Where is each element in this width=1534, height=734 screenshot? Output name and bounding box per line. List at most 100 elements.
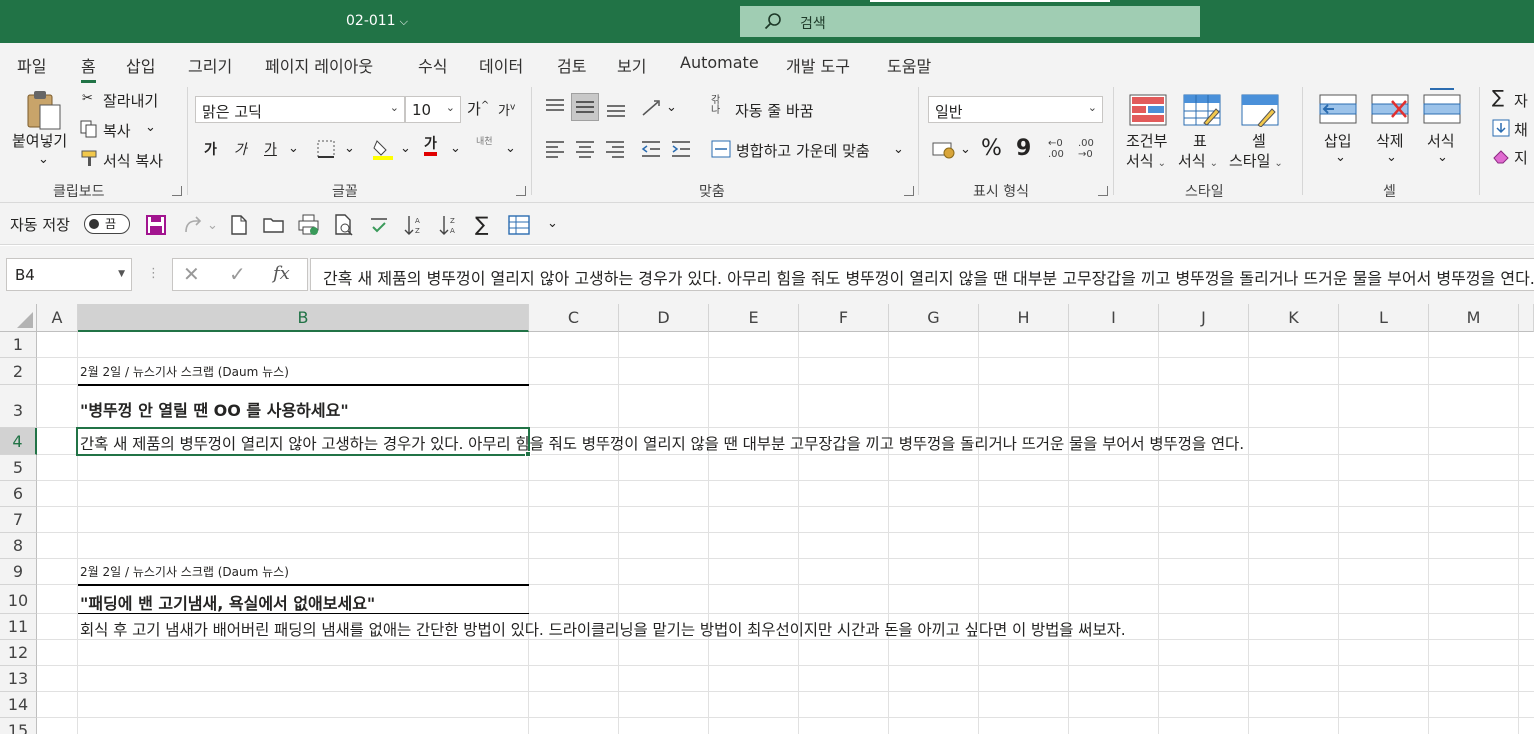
- font-color-button[interactable]: 가: [424, 136, 437, 156]
- align-bottom-icon[interactable]: [605, 97, 627, 119]
- cell-b2[interactable]: 2월 2일 / 뉴스기사 스크랩 (Daum 뉴스): [80, 363, 289, 380]
- insert-cells-button[interactable]: 삽입: [1324, 130, 1352, 151]
- delete-dropdown-icon[interactable]: ⌄: [1386, 150, 1397, 165]
- tab-file[interactable]: 파일: [17, 53, 46, 77]
- align-right-icon[interactable]: [604, 139, 626, 159]
- autosum-button[interactable]: 자: [1514, 90, 1528, 111]
- shrink-font-button[interactable]: 가v: [498, 100, 515, 119]
- row-header-15[interactable]: 15: [0, 718, 37, 734]
- number-format-select[interactable]: 일반 ⌄: [928, 96, 1103, 123]
- font-name-select[interactable]: 맑은 고딕 ⌄: [195, 96, 405, 123]
- increase-decimal-button[interactable]: ←0 .00: [1048, 138, 1070, 160]
- format-as-table-label[interactable]: 서식 ⌄: [1178, 150, 1218, 171]
- number-launcher-icon[interactable]: [1098, 186, 1108, 196]
- underline-button[interactable]: 가: [264, 139, 277, 159]
- save-icon[interactable]: [146, 215, 166, 235]
- clear-button[interactable]: 지: [1514, 147, 1528, 168]
- format-dropdown-icon[interactable]: ⌄: [1437, 150, 1448, 165]
- cell-styles-button[interactable]: 셀: [1252, 130, 1266, 151]
- document-title[interactable]: 02-011 ⌵: [346, 13, 408, 29]
- paste-dropdown-icon[interactable]: ⌄: [38, 152, 49, 167]
- grow-font-button[interactable]: 가^: [467, 98, 489, 119]
- format-cells-button[interactable]: 서식: [1427, 130, 1455, 151]
- column-header-m[interactable]: M: [1429, 304, 1519, 332]
- clear-icon[interactable]: [1492, 148, 1510, 164]
- search-box[interactable]: 검색: [740, 0, 1200, 37]
- borders-icon[interactable]: [316, 139, 336, 159]
- merge-dropdown-icon[interactable]: ⌄: [893, 142, 904, 157]
- name-box[interactable]: B4 ▼: [6, 258, 132, 291]
- format-painter-button[interactable]: 서식 복사: [103, 150, 163, 171]
- row-header-6[interactable]: 6: [0, 481, 37, 507]
- tab-formulas[interactable]: 수식: [418, 53, 447, 77]
- conditional-formatting-label[interactable]: 서식 ⌄: [1126, 150, 1166, 171]
- column-header-g[interactable]: G: [889, 304, 979, 332]
- font-size-select[interactable]: 10 ⌄: [405, 96, 461, 123]
- row-header-4[interactable]: 4: [0, 428, 37, 455]
- table-icon[interactable]: [508, 215, 530, 235]
- wrap-text-button[interactable]: 자동 줄 바꿈: [735, 100, 814, 121]
- row-header-14[interactable]: 14: [0, 692, 37, 718]
- select-all-button[interactable]: [0, 304, 37, 332]
- row-header-1[interactable]: 1: [0, 332, 37, 358]
- bold-button[interactable]: 가: [204, 139, 217, 159]
- currency-icon[interactable]: [932, 139, 956, 159]
- cut-button[interactable]: 잘라내기: [103, 90, 158, 111]
- tab-automate[interactable]: Automate: [680, 53, 759, 72]
- underline-dropdown-icon[interactable]: ⌄: [288, 141, 299, 156]
- fill-button[interactable]: 채: [1514, 119, 1528, 140]
- insert-dropdown-icon[interactable]: ⌄: [1335, 150, 1346, 165]
- clipboard-launcher-icon[interactable]: [172, 186, 182, 196]
- cell-b9[interactable]: 2월 2일 / 뉴스기사 스크랩 (Daum 뉴스): [80, 563, 289, 580]
- tab-data[interactable]: 데이터: [479, 53, 523, 77]
- customize-qat-icon[interactable]: ⌄: [547, 216, 558, 231]
- borders-dropdown-icon[interactable]: ⌄: [344, 141, 355, 156]
- column-header-h[interactable]: H: [979, 304, 1069, 332]
- row-header-3[interactable]: 3: [0, 385, 37, 428]
- column-header-c[interactable]: C: [529, 304, 619, 332]
- redo-dropdown-icon[interactable]: ⌄: [207, 218, 218, 233]
- sum-icon[interactable]: ∑: [475, 212, 488, 236]
- conditional-formatting-button[interactable]: 조건부: [1126, 130, 1167, 151]
- print-preview-icon[interactable]: [298, 214, 320, 236]
- autosum-icon[interactable]: ∑: [1492, 87, 1504, 108]
- column-header-i[interactable]: I: [1069, 304, 1159, 332]
- fill-color-icon[interactable]: [372, 137, 394, 161]
- insert-function-icon[interactable]: fx: [273, 263, 290, 284]
- column-header-k[interactable]: K: [1249, 304, 1339, 332]
- spelling-icon[interactable]: [369, 215, 389, 235]
- cell-b10[interactable]: "패딩에 밴 고기냄새, 욕실에서 없애보세요": [80, 590, 375, 614]
- cell-b11[interactable]: 회식 후 고기 냄새가 배어버린 패딩의 냄새를 없애는 간단한 방법이 있다.…: [80, 618, 1126, 640]
- row-header-7[interactable]: 7: [0, 507, 37, 533]
- fill-color-dropdown-icon[interactable]: ⌄: [400, 141, 411, 156]
- open-folder-icon[interactable]: [263, 216, 285, 234]
- align-center-icon[interactable]: [574, 139, 596, 159]
- row-header-12[interactable]: 12: [0, 640, 37, 666]
- italic-button[interactable]: 가: [234, 139, 247, 159]
- currency-dropdown-icon[interactable]: ⌄: [960, 142, 971, 157]
- more-options-icon[interactable]: ⋮: [147, 266, 160, 281]
- copy-button[interactable]: 복사: [103, 120, 131, 141]
- column-header-a[interactable]: A: [37, 304, 78, 332]
- new-file-icon[interactable]: [230, 215, 248, 235]
- delete-cells-button[interactable]: 삭제: [1376, 130, 1404, 151]
- column-header-e[interactable]: E: [709, 304, 799, 332]
- format-as-table-button[interactable]: 표: [1193, 130, 1207, 151]
- row-header-11[interactable]: 11: [0, 614, 37, 640]
- cell-styles-label[interactable]: 스타일 ⌄: [1229, 150, 1283, 171]
- cell-b3[interactable]: "병뚜껑 안 열릴 땐 OO 를 사용하세요": [80, 397, 349, 421]
- fill-icon[interactable]: [1492, 119, 1510, 137]
- copy-dropdown-icon[interactable]: ⌄: [145, 120, 156, 135]
- tab-insert[interactable]: 삽입: [126, 53, 155, 77]
- paste-button[interactable]: 붙여넣기: [12, 130, 67, 151]
- merge-center-button[interactable]: 병합하고 가운데 맞춤: [736, 140, 870, 161]
- row-header-5[interactable]: 5: [0, 455, 37, 481]
- print-layout-icon[interactable]: [334, 214, 354, 236]
- column-header-l[interactable]: L: [1339, 304, 1429, 332]
- column-header-f[interactable]: F: [799, 304, 889, 332]
- tab-developer[interactable]: 개발 도구: [786, 53, 850, 77]
- row-header-2[interactable]: 2: [0, 358, 37, 385]
- tab-view[interactable]: 보기: [617, 53, 646, 77]
- font-color-dropdown-icon[interactable]: ⌄: [450, 141, 461, 156]
- orientation-icon[interactable]: [640, 97, 664, 119]
